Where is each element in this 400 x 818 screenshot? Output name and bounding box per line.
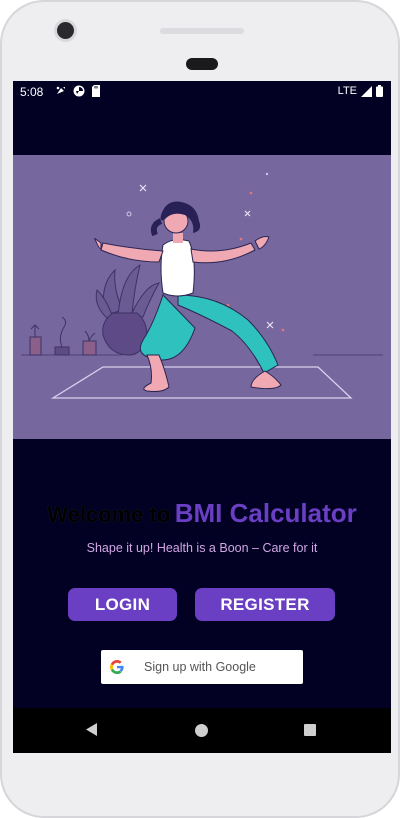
signal-icon — [361, 85, 372, 97]
google-signup-button[interactable]: Sign up with Google — [101, 650, 303, 684]
yoga-illustration — [21, 172, 383, 399]
google-signup-label: Sign up with Google — [144, 660, 256, 674]
recent-apps-icon[interactable] — [304, 724, 316, 736]
back-icon[interactable] — [85, 722, 98, 737]
app-name: BMI Calculator — [174, 498, 357, 528]
google-logo-icon — [110, 660, 124, 674]
login-button[interactable]: LOGIN — [68, 588, 177, 621]
status-icons-right: LTE — [338, 85, 383, 97]
tagline: Shape it up! Health is a Boon – Care for… — [86, 541, 318, 555]
front-camera — [57, 22, 74, 39]
phone-frame: 5:08 LTE Welcome to BMI Calculator Shape… — [0, 0, 400, 818]
earpiece — [186, 58, 218, 70]
network-type: LTE — [337, 85, 357, 97]
register-button[interactable]: REGISTER — [195, 588, 335, 621]
sd-card-icon — [92, 85, 100, 97]
welcome-title: Welcome to BMI Calculator — [13, 498, 391, 529]
welcome-prefix: Welcome to — [47, 502, 171, 527]
app-screen: 5:08 LTE Welcome to BMI Calculator Shape… — [13, 81, 391, 753]
home-icon[interactable] — [195, 724, 208, 737]
notification-icon — [56, 86, 65, 94]
pinwheel-icon — [73, 85, 85, 97]
status-icons-left — [55, 85, 101, 97]
status-bar: 5:08 LTE — [13, 81, 391, 103]
system-nav-bar — [13, 708, 391, 753]
hero-illustration — [13, 155, 391, 439]
battery-icon — [376, 85, 383, 97]
speaker-grille — [160, 28, 244, 34]
status-time: 5:08 — [20, 85, 44, 99]
